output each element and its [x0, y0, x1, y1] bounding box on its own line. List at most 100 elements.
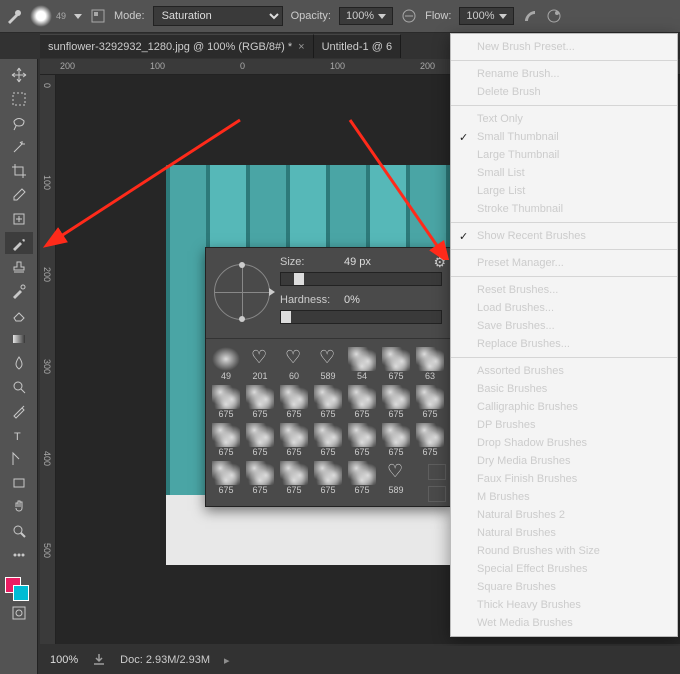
size-slider[interactable]: [280, 272, 442, 286]
pen-tool[interactable]: [5, 400, 33, 422]
brush-preset[interactable]: 60: [278, 343, 310, 381]
marquee-tool[interactable]: [5, 88, 33, 110]
dodge-tool[interactable]: [5, 376, 33, 398]
opacity-value[interactable]: 100%: [339, 7, 393, 25]
brush-preset[interactable]: 675: [380, 419, 412, 457]
eraser-tool[interactable]: [5, 304, 33, 326]
menu-item[interactable]: Drop Shadow Brushes: [451, 434, 677, 452]
brush-preset[interactable]: 49: [210, 343, 242, 381]
brush-preset[interactable]: 201: [244, 343, 276, 381]
blur-tool[interactable]: [5, 352, 33, 374]
brush-preset[interactable]: 675: [346, 381, 378, 419]
brush-preset[interactable]: 675: [278, 381, 310, 419]
menu-item[interactable]: Save Brushes...: [451, 317, 677, 335]
hardness-value[interactable]: 0%: [344, 294, 360, 306]
menu-item[interactable]: Special Effect Brushes: [451, 560, 677, 578]
size-value[interactable]: 49 px: [344, 256, 371, 268]
edit-toolbar-tool[interactable]: [5, 544, 33, 566]
brush-preset[interactable]: 54: [346, 343, 378, 381]
gear-icon[interactable]: ⚙: [433, 254, 446, 271]
menu-item[interactable]: Round Brushes with Size: [451, 542, 677, 560]
lasso-tool[interactable]: [5, 112, 33, 134]
brush-preview-dropdown[interactable]: 49: [30, 5, 82, 27]
zoom-tool[interactable]: [5, 520, 33, 542]
menu-item[interactable]: Text Only: [451, 110, 677, 128]
menu-item[interactable]: ✓Small Thumbnail: [451, 128, 677, 146]
brush-preset[interactable]: 589: [380, 457, 412, 495]
new-preset-icon[interactable]: [428, 464, 446, 480]
brush-preset[interactable]: 675: [312, 457, 344, 495]
pressure-opacity-icon[interactable]: [401, 8, 417, 24]
hand-tool[interactable]: [5, 496, 33, 518]
menu-item[interactable]: Reset Brushes...: [451, 281, 677, 299]
menu-item[interactable]: Large Thumbnail: [451, 146, 677, 164]
pressure-size-icon[interactable]: [546, 8, 562, 24]
history-brush-tool[interactable]: [5, 280, 33, 302]
brush-preset[interactable]: 675: [414, 381, 446, 419]
menu-item[interactable]: M Brushes: [451, 488, 677, 506]
menu-item[interactable]: DP Brushes: [451, 416, 677, 434]
menu-item[interactable]: Square Brushes: [451, 578, 677, 596]
brush-panel-toggle-icon[interactable]: [90, 8, 106, 24]
stamp-tool[interactable]: [5, 256, 33, 278]
menu-item[interactable]: Small List: [451, 164, 677, 182]
wand-tool[interactable]: [5, 136, 33, 158]
brush-preset[interactable]: 675: [244, 419, 276, 457]
menu-item[interactable]: Preset Manager...: [451, 254, 677, 272]
brush-preset[interactable]: 675: [346, 419, 378, 457]
airbrush-icon[interactable]: [522, 8, 538, 24]
eyedropper-tool[interactable]: [5, 184, 33, 206]
brush-preset[interactable]: 675: [380, 343, 412, 381]
menu-item[interactable]: Natural Brushes: [451, 524, 677, 542]
brush-preset[interactable]: 675: [278, 457, 310, 495]
flow-value[interactable]: 100%: [459, 7, 513, 25]
menu-item[interactable]: Stroke Thumbnail: [451, 200, 677, 218]
brush-preset[interactable]: 675: [244, 457, 276, 495]
zoom-level[interactable]: 100%: [50, 654, 78, 666]
menu-item[interactable]: Large List: [451, 182, 677, 200]
brush-preset[interactable]: 675: [210, 419, 242, 457]
type-tool[interactable]: T: [5, 424, 33, 446]
chevron-right-icon[interactable]: ▸: [224, 654, 230, 667]
menu-item[interactable]: Faux Finish Brushes: [451, 470, 677, 488]
menu-item[interactable]: Assorted Brushes: [451, 362, 677, 380]
tab-document-1[interactable]: sunflower-3292932_1280.jpg @ 100% (RGB/8…: [40, 34, 314, 58]
menu-item[interactable]: New Brush Preset...: [451, 38, 677, 56]
background-color[interactable]: [13, 585, 29, 601]
menu-item[interactable]: Thick Heavy Brushes: [451, 596, 677, 614]
rect-tool[interactable]: [5, 472, 33, 494]
close-icon[interactable]: ×: [298, 41, 304, 53]
brush-preset[interactable]: 675: [312, 419, 344, 457]
color-swatches[interactable]: [5, 577, 33, 601]
brush-preset[interactable]: 63: [414, 343, 446, 381]
brush-preset[interactable]: 589: [312, 343, 344, 381]
brush-preset[interactable]: 675: [244, 381, 276, 419]
brush-preset[interactable]: 675: [210, 457, 242, 495]
path-tool[interactable]: [5, 448, 33, 470]
brush-preset[interactable]: 675: [312, 381, 344, 419]
menu-item[interactable]: Natural Brushes 2: [451, 506, 677, 524]
menu-item[interactable]: Calligraphic Brushes: [451, 398, 677, 416]
quick-mask-icon[interactable]: [5, 602, 33, 624]
hardness-slider[interactable]: [280, 310, 442, 324]
menu-item[interactable]: Basic Brushes: [451, 380, 677, 398]
brush-preset[interactable]: 675: [278, 419, 310, 457]
brush-preset[interactable]: 675: [346, 457, 378, 495]
brush-angle-dial[interactable]: [214, 264, 270, 320]
brush-preset[interactable]: 675: [414, 419, 446, 457]
gradient-tool[interactable]: [5, 328, 33, 350]
tab-document-2[interactable]: Untitled-1 @ 6: [314, 34, 401, 58]
brush-preset[interactable]: 675: [210, 381, 242, 419]
export-icon[interactable]: [92, 652, 106, 669]
brush-preset[interactable]: 675: [380, 381, 412, 419]
menu-item[interactable]: Dry Media Brushes: [451, 452, 677, 470]
menu-item[interactable]: ✓Show Recent Brushes: [451, 227, 677, 245]
blend-mode-select[interactable]: Saturation: [153, 6, 283, 26]
move-tool[interactable]: [5, 64, 33, 86]
menu-item[interactable]: Wet Media Brushes: [451, 614, 677, 632]
resize-handle-icon[interactable]: [428, 486, 446, 502]
menu-item[interactable]: Replace Brushes...: [451, 335, 677, 353]
heal-tool[interactable]: [5, 208, 33, 230]
crop-tool[interactable]: [5, 160, 33, 182]
brush-tool[interactable]: [5, 232, 33, 254]
